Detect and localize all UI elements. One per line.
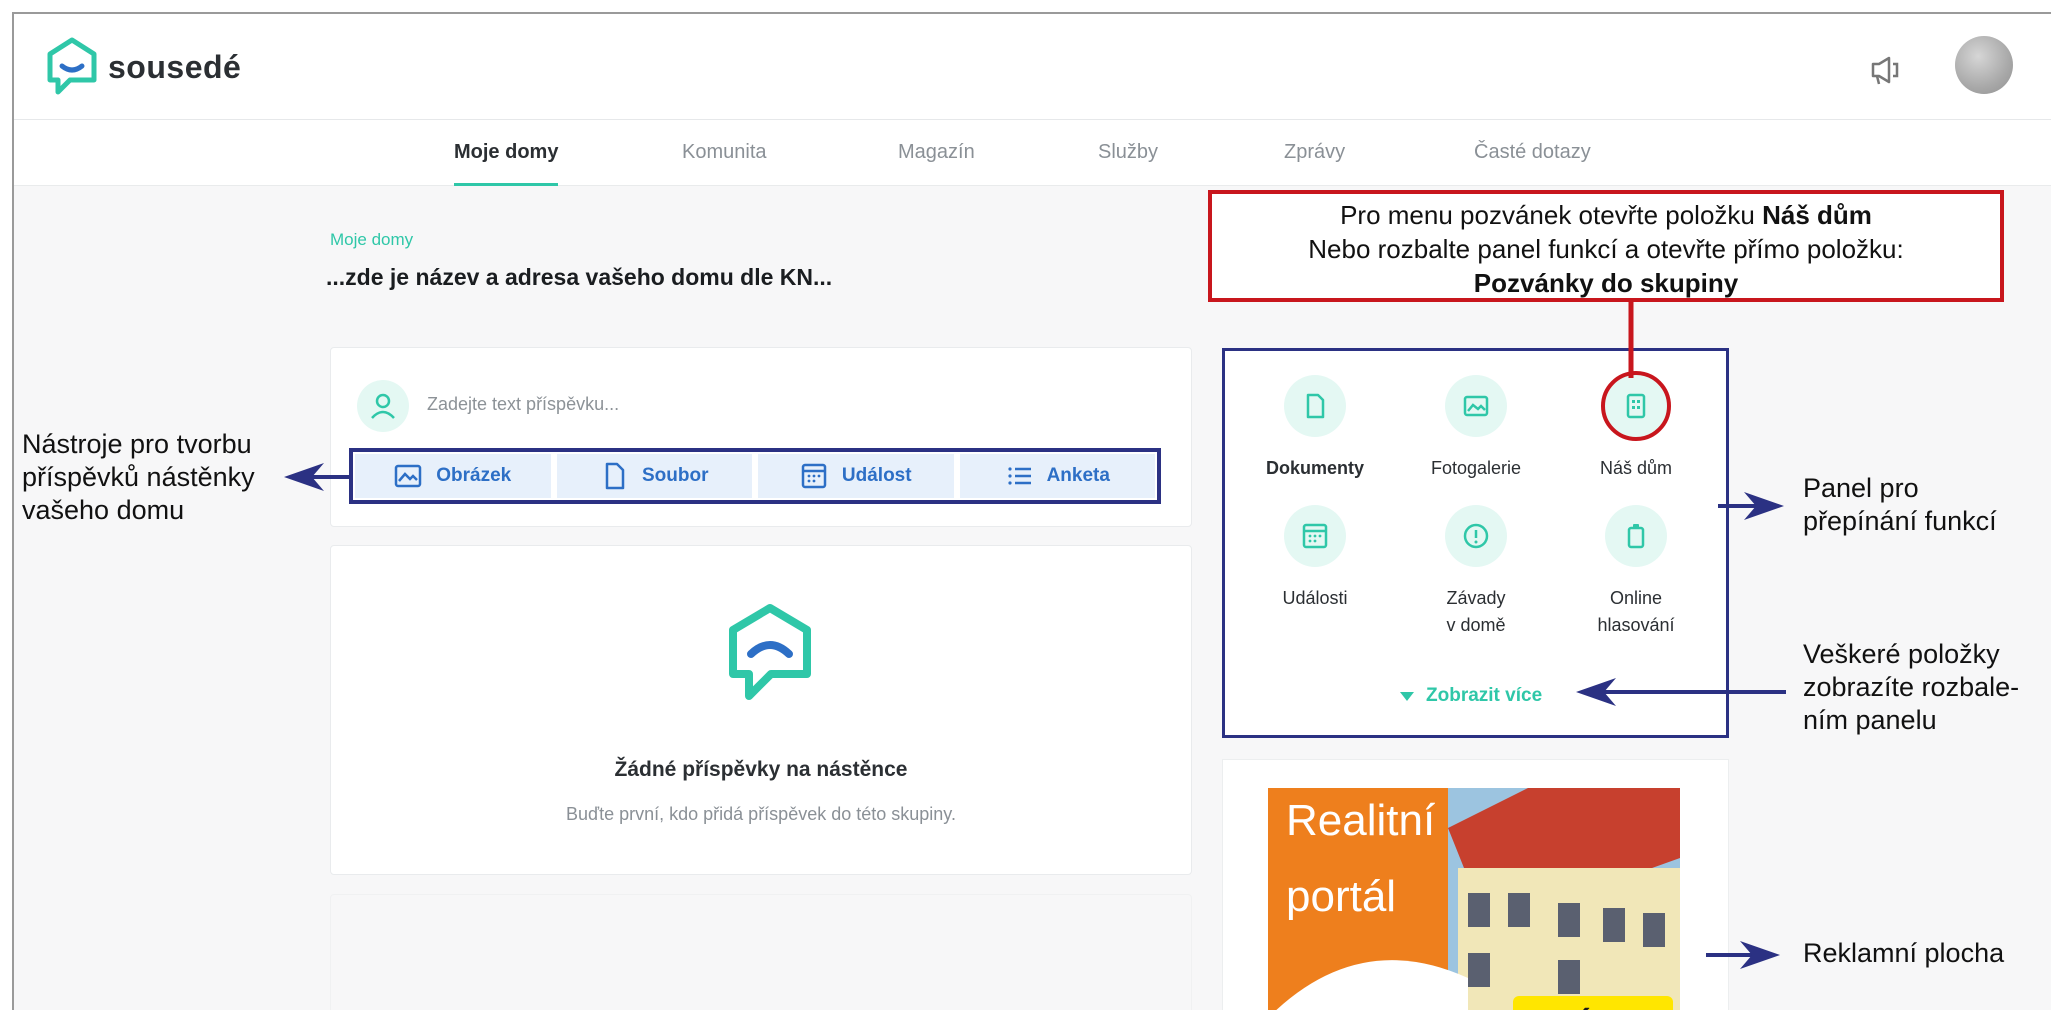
note-tools-line2: příspěvků nástěnky	[22, 462, 255, 492]
note-more-line2: zobrazíte rozbale-	[1803, 672, 2020, 702]
ad-line2: portál	[1286, 872, 1397, 921]
file-label: Soubor	[642, 465, 709, 486]
func-label: Dokumenty	[1265, 458, 1364, 478]
callout-invite: Pro menu pozvánek otevřte položku Náš dů…	[1208, 190, 2004, 302]
callout-line1-bold: Náš dům	[1762, 200, 1872, 230]
user-avatar[interactable]	[1955, 36, 2013, 94]
ad-line1: Realitní	[1286, 796, 1436, 845]
top-header: sousedé	[14, 14, 2051, 120]
nav-moje-domy[interactable]: Moje domy	[454, 120, 559, 186]
app-window: sousedé Moje domy Komunita Magazín Služb…	[12, 12, 2051, 1010]
note-panel-line2: přepínání funkcí	[1803, 506, 1997, 536]
func-udalosti[interactable]: Události	[1235, 505, 1395, 612]
func-label: Události	[1282, 588, 1348, 608]
func-label-line2: hlasování	[1597, 615, 1675, 635]
calendar-icon	[1284, 505, 1346, 567]
note-tools: Nástroje pro tvorbu příspěvků nástěnky v…	[22, 428, 255, 527]
poll-label: Anketa	[1046, 465, 1110, 486]
callout-line3: Pozvánky do skupiny	[1473, 268, 1739, 298]
alert-icon	[1445, 505, 1507, 567]
poll-button[interactable]: Anketa	[959, 454, 1155, 498]
main-nav: Moje domy Komunita Magazín Služby Zprávy…	[14, 120, 2051, 186]
func-label: Fotogalerie	[1430, 458, 1522, 478]
func-label: Náš dům	[1599, 458, 1673, 478]
show-more-button[interactable]: Zobrazit více	[1400, 685, 1542, 707]
document-icon	[1284, 375, 1346, 437]
func-label: Online hlasování	[1556, 585, 1716, 639]
event-button[interactable]: Událost	[758, 454, 954, 498]
post-composer: Zadejte text příspěvku... Obrázek Soubor…	[330, 347, 1192, 527]
ballot-icon	[1605, 505, 1667, 567]
nav-sluzby[interactable]: Služby	[1098, 120, 1158, 186]
post-input[interactable]: Zadejte text příspěvku...	[427, 394, 619, 415]
nav-komunita[interactable]: Komunita	[682, 120, 767, 186]
calendar-icon	[801, 463, 827, 489]
func-dokumenty[interactable]: Dokumenty	[1235, 375, 1395, 482]
note-more-line3: ním panelu	[1803, 705, 1937, 735]
file-icon	[605, 462, 625, 490]
event-label: Událost	[841, 465, 912, 486]
nav-zpravy[interactable]: Zprávy	[1284, 120, 1345, 186]
logo-icon	[729, 604, 811, 700]
func-fotogalerie[interactable]: Fotogalerie	[1396, 375, 1556, 482]
logo[interactable]: sousedé	[44, 36, 241, 98]
ad-card: Realitní portál více	[1222, 759, 1729, 1010]
logo-text: sousedé	[108, 48, 242, 85]
building-icon	[1601, 371, 1671, 441]
content-placeholder	[330, 894, 1192, 1010]
note-more: Veškeré položky zobrazíte rozbale- ním p…	[1803, 638, 2019, 737]
note-tools-line1: Nástroje pro tvorbu	[22, 429, 252, 459]
callout-line1-text: Pro menu pozvánek otevřte položku	[1340, 200, 1763, 230]
empty-title: Žádné příspěvky na nástěnce	[614, 758, 908, 781]
note-tools-line3: vašeho domu	[22, 495, 185, 525]
file-button[interactable]: Soubor	[556, 454, 752, 498]
breadcrumb[interactable]: Moje domy	[330, 230, 413, 250]
post-tools: Obrázek Soubor Událost Anketa	[349, 448, 1161, 504]
chevron-down-icon	[1400, 691, 1414, 701]
logo-icon	[47, 37, 97, 95]
note-more-line1: Veškeré položky	[1803, 639, 2000, 669]
note-ad: Reklamní plocha	[1803, 938, 2005, 968]
page-title: ...zde je název a adresa vašeho domu dle…	[326, 264, 833, 290]
image-icon	[395, 464, 422, 488]
note-panel: Panel pro přepínání funkcí	[1803, 472, 1997, 538]
callout-line2: Nebo rozbalte panel funkcí a otevřte pří…	[1308, 234, 1904, 264]
note-panel-line1: Panel pro	[1803, 473, 1919, 503]
user-icon	[357, 380, 409, 432]
show-more-label: Zobrazit více	[1426, 685, 1543, 706]
func-online-hlasovani[interactable]: Online hlasování	[1556, 505, 1716, 639]
functions-panel: Dokumenty Fotogalerie Náš dům Události Z…	[1222, 348, 1729, 738]
func-label: Závady v domě	[1396, 585, 1556, 639]
func-label-line1: Online	[1609, 588, 1663, 608]
list-icon	[1007, 467, 1031, 485]
image-button[interactable]: Obrázek	[355, 454, 551, 498]
func-zavady[interactable]: Závady v domě	[1396, 505, 1556, 639]
ad-more-button[interactable]: více	[1513, 996, 1673, 1010]
ad-banner[interactable]: Realitní portál více	[1268, 788, 1680, 1010]
func-label-line2: v domě	[1446, 615, 1506, 635]
gallery-icon	[1445, 375, 1507, 437]
func-label-line1: Závady	[1446, 588, 1506, 608]
megaphone-icon[interactable]	[1865, 50, 1905, 90]
func-nas-dum[interactable]: Náš dům	[1556, 371, 1716, 482]
empty-subtitle: Buďte první, kdo přidá příspěvek do této…	[566, 804, 956, 824]
image-label: Obrázek	[436, 465, 512, 486]
wall-empty-state: Žádné příspěvky na nástěnce Buďte první,…	[330, 545, 1192, 875]
nav-magazin[interactable]: Magazín	[898, 120, 975, 186]
nav-caste-dotazy[interactable]: Časté dotazy	[1474, 120, 1591, 186]
